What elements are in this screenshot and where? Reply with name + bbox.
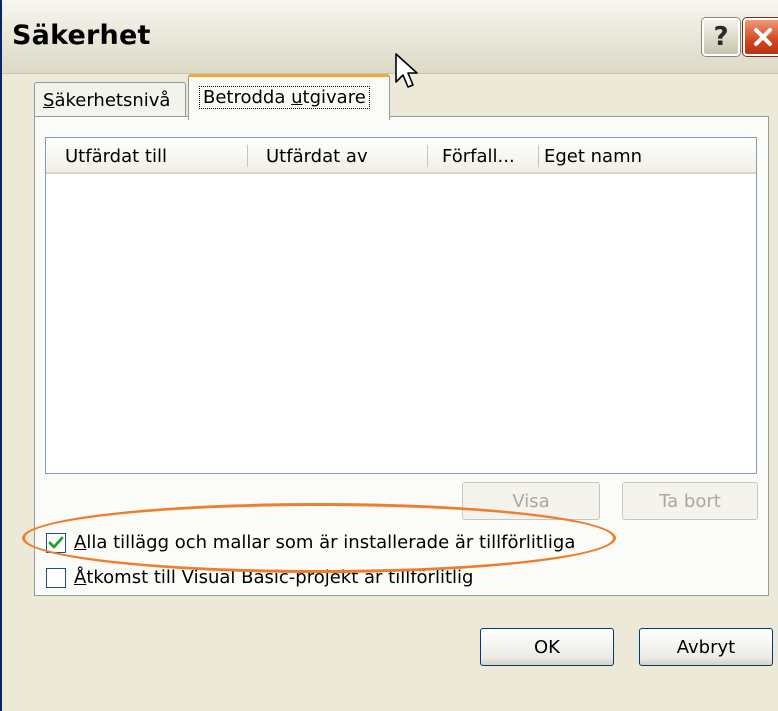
window-title: Säkerhet — [12, 20, 151, 51]
tab-betrodda-utgivare[interactable]: Betrodda utgivare — [188, 74, 390, 120]
trust-vba-checkbox[interactable] — [46, 567, 66, 588]
column-header-issued-to[interactable]: Utfärdat till — [46, 138, 247, 172]
trust-vba-option[interactable]: Åtkomst till Visual Basic-projekt är til… — [46, 567, 473, 588]
tab-sakerhetsniva[interactable]: Säkerhetsnivå — [34, 82, 186, 116]
trust-addins-option[interactable]: Alla tillägg och mallar som är installer… — [46, 532, 575, 553]
column-header-expires[interactable]: Förfall... — [427, 138, 538, 172]
column-header-issued-by[interactable]: Utfärdat av — [247, 138, 427, 172]
security-dialog: Säkerhet ? Säkerhetsnivå Betrodda utgiva… — [0, 0, 778, 711]
column-header-friendly-name[interactable]: Eget namn — [538, 138, 754, 172]
checkmark-icon — [48, 536, 64, 548]
close-button[interactable] — [743, 18, 778, 56]
trust-vba-label[interactable]: Åtkomst till Visual Basic-projekt är til… — [74, 567, 473, 588]
cancel-button[interactable]: Avbryt — [639, 628, 773, 666]
remove-button[interactable]: Ta bort — [622, 482, 758, 520]
tab-label: Betrodda utgivare — [199, 86, 370, 109]
title-bar[interactable]: Säkerhet ? — [2, 0, 778, 74]
close-icon — [754, 28, 772, 46]
trust-addins-label[interactable]: Alla tillägg och mallar som är installer… — [74, 532, 575, 553]
mouse-pointer-icon — [395, 53, 418, 88]
trust-addins-checkbox[interactable] — [46, 532, 66, 553]
ok-button[interactable]: OK — [480, 628, 614, 666]
list-header: Utfärdat till Utfärdat av Förfall... Ege… — [46, 138, 756, 174]
publisher-list[interactable]: Utfärdat till Utfärdat av Förfall... Ege… — [45, 137, 757, 474]
help-icon: ? — [713, 22, 729, 52]
help-button[interactable]: ? — [702, 18, 740, 56]
tab-label: Säkerhetsnivå — [43, 90, 171, 111]
view-button[interactable]: Visa — [462, 482, 600, 520]
